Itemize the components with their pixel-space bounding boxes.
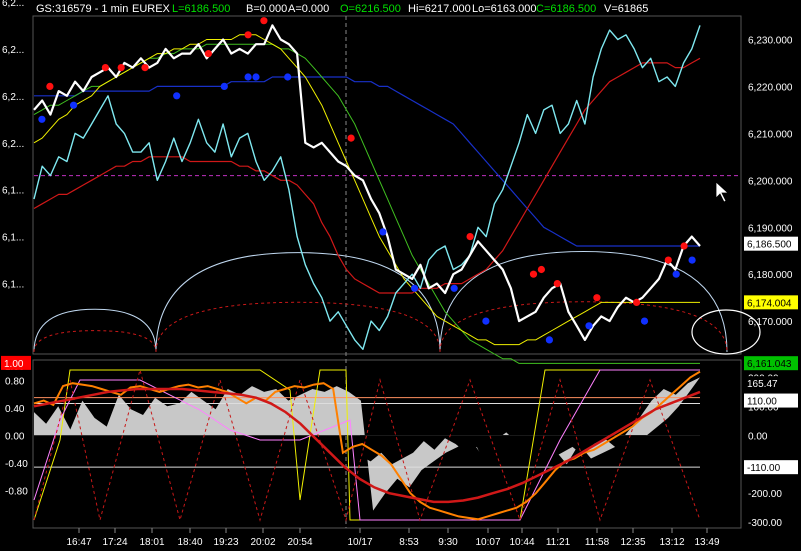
blue-marker	[482, 317, 490, 325]
left-tick-label: 6,1...	[2, 186, 24, 197]
osc-right-tick: -200.00	[748, 489, 782, 500]
y-tick-label: 6,170.000	[748, 317, 793, 328]
osc-value-label: -110.00	[747, 463, 781, 474]
blue-marker	[450, 284, 458, 292]
x-tick-label: 13:49	[694, 537, 719, 548]
left-tick-label: 6,2...	[2, 92, 24, 103]
x-tick-label: 17:24	[102, 537, 127, 548]
x-tick-label: 8:53	[399, 537, 419, 548]
price-label: 6,174.004	[747, 298, 792, 309]
x-tick-label: 20:02	[250, 537, 275, 548]
x-tick-label: 20:54	[287, 537, 312, 548]
blue-marker	[688, 256, 696, 264]
red-marker	[553, 280, 561, 288]
x-tick-label: 10/17	[347, 537, 372, 548]
red-marker	[260, 17, 268, 25]
osc-left-tick: 0.00	[5, 431, 25, 442]
red-marker	[204, 50, 212, 58]
red-marker	[680, 242, 688, 250]
blue-marker	[585, 322, 593, 330]
x-tick-label: 19:23	[213, 537, 238, 548]
red-marker	[347, 134, 355, 142]
osc-right-tick: 0.00	[748, 431, 768, 442]
blue-marker	[672, 270, 680, 278]
osc-value-label: 1.00	[4, 359, 24, 370]
y-tick-label: 6,190.000	[748, 223, 793, 234]
header-high: Hi=6217.000	[408, 3, 471, 15]
price-label: 6,186.500	[747, 240, 792, 251]
x-tick-label: 11:58	[585, 537, 610, 548]
header-exchange: EUREX	[132, 3, 171, 15]
red-marker	[593, 294, 601, 302]
blue-marker	[220, 82, 228, 90]
red-marker	[141, 64, 149, 72]
header-low: Lo=6163.000	[472, 3, 537, 15]
header-bar: GS:316579 - 1 min EUREX L=6186.500 B=0.0…	[36, 3, 648, 15]
header-volume: V=61865	[604, 3, 648, 15]
y-tick-label: 6,230.000	[748, 35, 793, 46]
x-tick-label: 11:21	[546, 537, 571, 548]
red-marker	[664, 256, 672, 264]
x-tick-label: 18:40	[177, 537, 202, 548]
red-marker	[101, 64, 109, 72]
red-marker	[244, 31, 252, 39]
blue-marker	[379, 228, 387, 236]
x-tick-label: 10:07	[475, 537, 500, 548]
red-marker	[529, 270, 538, 278]
x-tick-label: 9:30	[438, 537, 458, 548]
x-tick-label: 13:12	[659, 537, 684, 548]
x-tick-label: 16:47	[66, 537, 91, 548]
osc-left-tick: -0.80	[5, 486, 28, 497]
blue-marker	[70, 101, 78, 109]
header-bid: B=0.000	[246, 3, 287, 15]
price-label: 6,161.043	[747, 359, 792, 370]
osc-right-tick: -300.00	[748, 518, 782, 529]
y-tick-label: 6,200.000	[748, 176, 793, 187]
left-tick-label: 6,2...	[2, 0, 24, 9]
blue-marker	[284, 73, 292, 81]
left-tick-label: 6,2...	[2, 139, 24, 150]
osc-left-tick: 0.80	[5, 376, 25, 387]
red-marker	[46, 82, 54, 90]
x-tick-label: 10:44	[509, 537, 534, 548]
red-marker	[633, 298, 641, 306]
header-open: O=6216.500	[340, 3, 401, 15]
blue-marker	[640, 317, 649, 325]
left-tick-label: 6,2...	[2, 45, 24, 56]
y-tick-label: 6,220.000	[748, 82, 793, 93]
blue-marker	[252, 73, 260, 81]
blue-marker	[244, 73, 252, 81]
x-tick-label: 12:35	[620, 537, 645, 548]
red-marker	[466, 233, 474, 241]
blue-marker	[411, 284, 419, 292]
left-tick-label: 6,1...	[2, 280, 24, 291]
osc-value-label: 110.00	[747, 397, 777, 408]
red-marker	[537, 265, 546, 274]
left-tick-label: 6,1...	[2, 233, 24, 244]
y-tick-label: 6,180.000	[748, 270, 793, 281]
osc-value-label: 165.47	[747, 379, 778, 390]
osc-left-tick: 0.40	[5, 404, 25, 415]
header-last: L=6186.500	[172, 3, 230, 15]
osc-left-tick: -0.40	[5, 459, 28, 470]
header-ask: A=0.000	[288, 3, 329, 15]
red-marker	[117, 64, 125, 72]
header-close: C=6186.500	[536, 3, 596, 15]
y-tick-label: 6,210.000	[748, 129, 793, 140]
chart-svg: GS:316579 - 1 min EUREX L=6186.500 B=0.0…	[0, 0, 801, 551]
blue-marker	[545, 336, 554, 344]
header-symbol: GS:316579 - 1 min	[36, 3, 128, 15]
x-tick-label: 18:01	[139, 537, 164, 548]
blue-marker	[38, 115, 46, 123]
blue-marker	[173, 92, 181, 100]
